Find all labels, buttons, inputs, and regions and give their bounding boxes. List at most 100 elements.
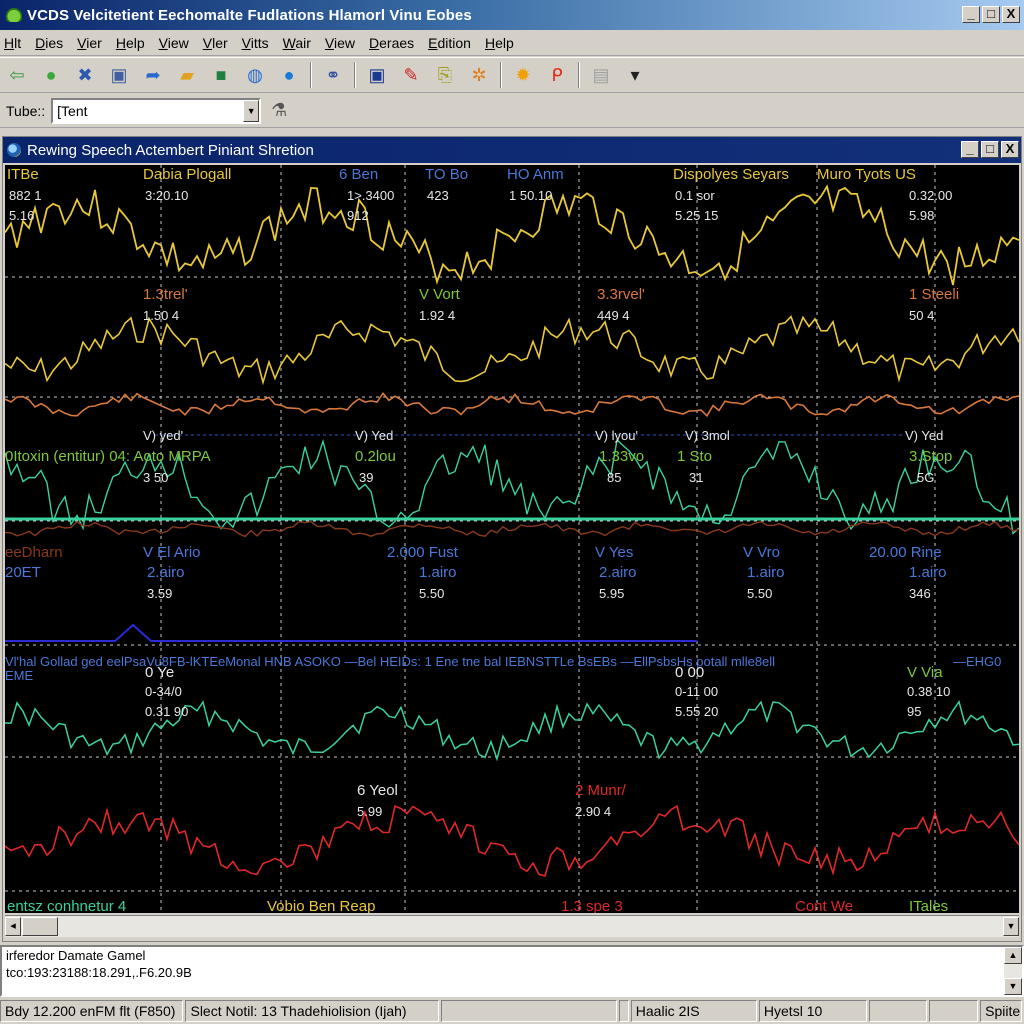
channel-value: 50 4	[909, 308, 935, 323]
menu-item-8[interactable]: View	[325, 35, 355, 51]
pin-button[interactable]: ➦	[140, 62, 166, 88]
channel-value: 5.98	[909, 208, 935, 223]
graph-close-button[interactable]: X	[1001, 141, 1019, 158]
menu-item-10[interactable]: Edition	[428, 35, 471, 51]
scroll-thumb[interactable]	[22, 917, 58, 936]
menu-item-5[interactable]: Vler	[203, 35, 228, 51]
horizontal-scrollbar[interactable]: ◂ ▼	[5, 915, 1019, 937]
graph-minimize-button[interactable]: _	[961, 141, 979, 158]
log-scrollbar[interactable]: ▲ ▼	[1004, 947, 1022, 995]
channel-value: 3:20.10	[145, 188, 189, 203]
toolbar-separator	[578, 62, 580, 88]
channel-label: 1.3trel'	[143, 286, 188, 303]
menu-item-0[interactable]: Hlt	[4, 35, 21, 51]
green-circle-button[interactable]: ●	[38, 62, 64, 88]
menu-item-2[interactable]: Vier	[77, 35, 102, 51]
channel-value: 0.32.00	[909, 188, 953, 203]
menu-item-6[interactable]: Vitts	[242, 35, 269, 51]
toolbar-separator	[310, 62, 312, 88]
channel-label: 0 00	[675, 664, 705, 681]
channel-caption: EME	[5, 668, 34, 683]
channel-label: V) 3mol	[685, 428, 730, 443]
maximize-button[interactable]: □	[982, 6, 1000, 23]
trace-red	[5, 804, 1019, 877]
menu-item-1[interactable]: Dies	[35, 35, 63, 51]
app-title: VCDS Velcitetient Eechomalte Fudlations …	[27, 6, 472, 24]
graph-maximize-button[interactable]: □	[981, 141, 999, 158]
graph-plot-area[interactable]: ITBe 882 1 5.16 Dabia Plogall 3:20.10 6 Ben 1>…	[5, 165, 1019, 913]
folder-button[interactable]: ▰	[174, 62, 200, 88]
menu-item-7[interactable]: Wair	[283, 35, 311, 51]
channel-value: 5.16	[9, 208, 35, 223]
status-cell	[440, 1000, 618, 1022]
window-layout-button[interactable]: ▤	[588, 62, 614, 88]
channel-label: 1 Steeli	[909, 286, 960, 303]
channel-value: 5G	[917, 470, 935, 485]
pen-button[interactable]: ✎	[398, 62, 424, 88]
dropdown-arrow-button[interactable]: ▾	[622, 62, 648, 88]
address-combobox[interactable]: ▼	[51, 97, 262, 124]
channel-value: 5.55 20	[675, 704, 719, 719]
menu-item-9[interactable]: Deraes	[369, 35, 414, 51]
monitor-button[interactable]: ■	[208, 62, 234, 88]
document-button[interactable]: ▣	[364, 62, 390, 88]
trace-blue	[5, 623, 697, 642]
menu-item-3[interactable]: Help	[116, 35, 145, 51]
channel-label: V) yed'	[143, 428, 184, 443]
channel-label: 0 Ye	[145, 664, 175, 681]
scroll-right-button[interactable]: ▼	[1003, 917, 1019, 936]
hook-button[interactable]: ᑭ	[544, 62, 570, 88]
monitor-icon: ■	[215, 65, 227, 85]
status-cell: Hyetsl 10	[758, 1000, 868, 1022]
file-export-icon: ⎘	[437, 65, 453, 85]
globe-icon: ◍	[247, 65, 263, 85]
hook-icon: ᑭ	[551, 65, 563, 85]
channel-sublabel: 1.airo	[909, 564, 947, 581]
log-panel[interactable]: irferedor Damate Gamel tco:193:23188:18.…	[0, 945, 1024, 997]
status-cell: Slect Notil: 13 Thadehiolision (Ijah)	[185, 1000, 439, 1022]
channel-label: 0.2lou	[355, 448, 396, 465]
globe-button[interactable]: ◍	[242, 62, 268, 88]
address-dropdown-button[interactable]: ▼	[243, 99, 260, 122]
channel-sublabel: 1.airo	[747, 564, 785, 581]
status-bar: Bdy 12.200 enFM flt (F850) Slect Notil: 1…	[0, 998, 1024, 1024]
address-input[interactable]	[53, 102, 234, 119]
channel-label: HO Anm	[507, 166, 564, 183]
channel-label: 2 Munr/	[575, 782, 626, 799]
channel-sublabel: 2.airo	[147, 564, 185, 581]
tools-button[interactable]: ✖	[72, 62, 98, 88]
clipboard-button[interactable]: ▣	[106, 62, 132, 88]
channel-label: 0Itoxin (entitur) 04: Aoto MRPA	[5, 448, 211, 465]
channel-value: 0.1 sor	[675, 188, 715, 203]
channel-value: 1.92 4	[419, 308, 456, 323]
log-scroll-down-button[interactable]: ▼	[1004, 978, 1022, 995]
channel-label: Vobio Ben Reap	[267, 898, 376, 913]
channel-label: Dispolyes Seyars	[673, 166, 789, 183]
channel-label: V El Ario	[143, 544, 201, 561]
address-label: Tube::	[6, 102, 46, 119]
channel-label: 6 Yeol	[357, 782, 398, 799]
gear-button[interactable]: ✲	[466, 62, 492, 88]
menu-item-4[interactable]: View	[159, 35, 189, 51]
scroll-left-button[interactable]: ◂	[5, 917, 21, 936]
channel-caption: —EHG0	[953, 654, 1002, 669]
log-scroll-up-button[interactable]: ▲	[1004, 947, 1022, 964]
trace-yellow-2	[5, 315, 1019, 386]
channel-label: TO Bo	[425, 166, 469, 183]
blue-circle-button[interactable]: ●	[276, 62, 302, 88]
channel-label: V Vro	[743, 544, 780, 561]
close-button[interactable]: X	[1002, 6, 1020, 23]
menu-item-11[interactable]: Help	[485, 35, 514, 51]
channel-label: 20.00 Rine	[869, 544, 942, 561]
back-arrow-button[interactable]: ⇦	[4, 62, 30, 88]
sun-button[interactable]: ✹	[510, 62, 536, 88]
flask-icon[interactable]: ⚗	[271, 100, 287, 121]
channel-sublabel: 1.airo	[419, 564, 457, 581]
channel-value: 0.31 90	[145, 704, 189, 719]
minimize-button[interactable]: _	[962, 6, 980, 23]
graph-window-title-bar: Rewing Speech Actembert Piniant Shretion…	[3, 137, 1021, 163]
link-button[interactable]: ⚭	[320, 62, 346, 88]
file-export-button[interactable]: ⎘	[432, 62, 458, 88]
channel-label: 1.33vo	[599, 448, 645, 465]
channel-value: 3.59	[147, 586, 173, 601]
